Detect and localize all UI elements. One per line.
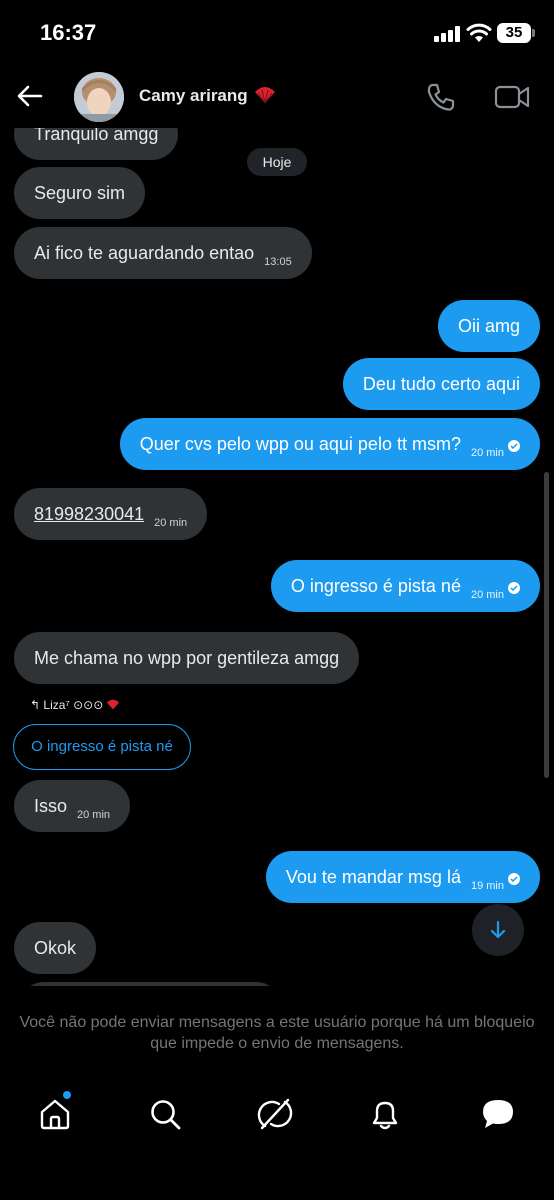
status-time: 16:37 [40, 20, 97, 45]
reply-reference: ↰ Liza⁷ ⊙⊙⊙ [30, 698, 120, 712]
message-time: 20 min [77, 809, 111, 821]
chat-header: Camy arirang [0, 66, 554, 128]
message-text: O ingresso é pista né [290, 576, 461, 596]
bell-icon [372, 1101, 398, 1130]
phone-number-link[interactable]: 81998230041 [34, 504, 144, 524]
message-text: Isso [34, 796, 68, 816]
tab-search[interactable] [143, 1092, 187, 1136]
message-time: 20 min [154, 517, 188, 529]
message-bubble-outgoing[interactable]: Deu tudo certo aqui [342, 358, 540, 410]
tab-grok[interactable] [253, 1092, 297, 1136]
scrollbar[interactable] [544, 472, 549, 778]
fan-emoji-icon [107, 699, 120, 710]
message-time: 20 min [470, 447, 504, 459]
message-bubble-incoming[interactable]: 81998230041 20 min [14, 488, 208, 540]
back-arrow-icon[interactable] [14, 80, 46, 112]
message-bubble-incoming[interactable]: Me chama no wpp por gentileza amgg [14, 632, 360, 684]
message-text: Me chama no wpp por gentileza amgg [34, 648, 340, 668]
search-icon [151, 1100, 181, 1130]
message-text: Ai fico te aguardando entao [34, 243, 255, 263]
phone-call-icon[interactable] [424, 80, 458, 114]
cellular-signal-icon [434, 26, 460, 42]
avatar[interactable] [74, 72, 124, 122]
blocked-notice: Você não pode enviar mensagens a este us… [19, 1014, 535, 1052]
message-text: Okok [34, 938, 77, 958]
tab-messages[interactable] [476, 1092, 520, 1136]
message-text: Oii amg [457, 316, 520, 336]
message-bubble-outgoing[interactable]: O ingresso é pista né 20 min [270, 560, 540, 612]
message-bubble-incoming[interactable]: Isso 20 min [14, 780, 131, 832]
message-text: Seguro sim [34, 183, 126, 203]
video-call-icon[interactable] [494, 82, 530, 112]
sent-check-icon [508, 873, 520, 885]
status-bar: 16:37 35 [0, 0, 554, 66]
wifi-icon [466, 23, 492, 42]
battery-icon: 35 [497, 23, 531, 43]
notification-dot [63, 1091, 71, 1099]
message-bubble-incoming[interactable]: Okok [14, 922, 97, 974]
message-text: Quer cvs pelo wpp ou aqui pelo tt msm? [139, 434, 461, 454]
contact-name[interactable]: Camy arirang [139, 86, 276, 106]
message-bubble-outgoing[interactable]: Vou te mandar msg lá 19 min [265, 851, 540, 903]
contact-name-text: Camy arirang [139, 86, 248, 105]
message-bubble-outgoing[interactable]: Oii amg [437, 300, 540, 352]
message-time: 19 min [470, 880, 504, 892]
message-bubble-incoming[interactable]: Seguro sim [14, 167, 146, 219]
message-bubble-outgoing[interactable]: Quer cvs pelo wpp ou aqui pelo tt msm? 20… [119, 418, 540, 470]
sent-check-icon [508, 440, 520, 452]
arrow-down-icon [490, 920, 506, 939]
message-bubble-incoming-partial[interactable] [18, 982, 282, 986]
quoted-message[interactable]: O ingresso é pista né [13, 724, 191, 770]
sent-check-icon [508, 582, 520, 594]
home-indicator [138, 1176, 416, 1186]
tab-home[interactable] [33, 1092, 77, 1136]
fan-emoji-icon [254, 87, 275, 104]
message-time: 13:05 [264, 256, 292, 268]
message-text: Vou te mandar msg lá [285, 867, 461, 887]
chat-area[interactable]: Tranquilo amgg Hoje Seguro sim Ai fico t… [0, 118, 554, 986]
message-bubble-incoming[interactable]: Ai fico te aguardando entao 13:05 [14, 227, 312, 279]
grok-icon [257, 1098, 293, 1130]
battery-tip [532, 29, 535, 37]
reply-reference-label: ↰ Liza⁷ ⊙⊙⊙ [30, 698, 104, 712]
bottom-nav [0, 1078, 554, 1152]
home-icon [40, 1099, 70, 1130]
day-separator: Hoje [247, 148, 307, 176]
message-bubble-icon [483, 1100, 513, 1128]
scroll-down-button[interactable] [472, 904, 524, 956]
tab-notifications[interactable] [363, 1092, 407, 1136]
message-text: Deu tudo certo aqui [362, 374, 520, 394]
message-time: 20 min [470, 589, 504, 601]
